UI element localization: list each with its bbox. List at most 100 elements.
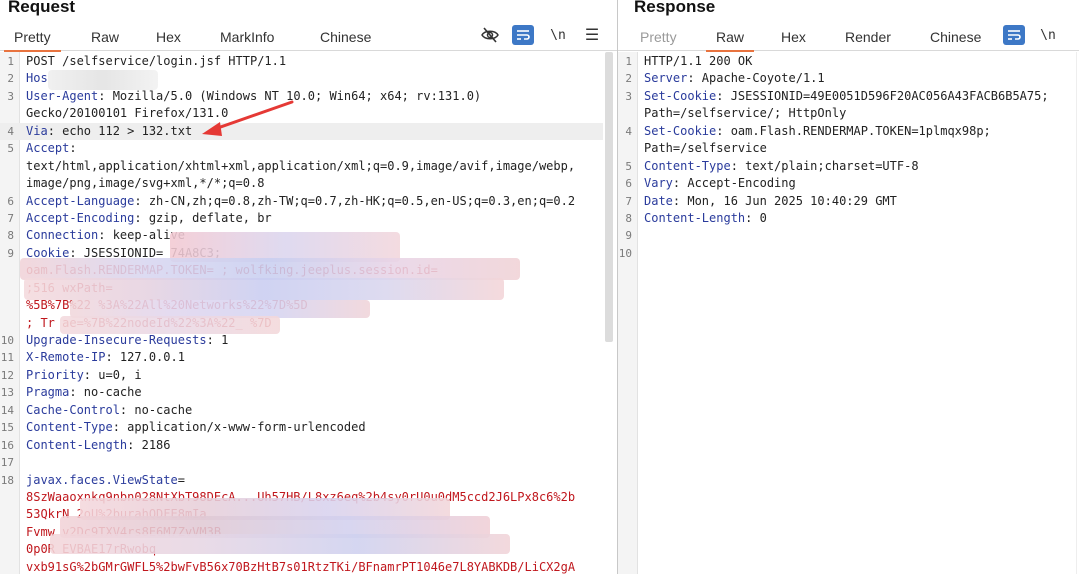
code-text: Cache-Control: no-cache: [26, 402, 192, 419]
response-editor[interactable]: 1 HTTP/1.1 200 OK 2 Server: Apache-Coyote/1…: [618, 52, 1079, 574]
response-tab-raw[interactable]: Raw: [705, 29, 755, 52]
response-code-line: 6 Vary: Accept-Encoding: [618, 175, 1065, 192]
code-text: image/png,image/svg+xml,*/*;q=0.8: [26, 175, 264, 192]
code-text: HTTP/1.1 200 OK: [644, 53, 752, 70]
code-text: POST /selfservice/login.jsf HTTP/1.1: [26, 53, 286, 70]
request-code-line: 15 Content-Type: application/x-www-form-u…: [0, 419, 603, 436]
request-tab-hex[interactable]: Hex: [156, 29, 181, 45]
code-text: Gecko/20100101 Firefox/131.0: [26, 105, 228, 122]
response-code-line: 4 Set-Cookie: oam.Flash.RENDERMAP.TOKEN=1…: [618, 123, 1065, 140]
response-code-line: 8 Content-Length: 0: [618, 210, 1065, 227]
header-name: Content-Length: [26, 437, 128, 452]
code-text: Via: echo 112 > 132.txt: [26, 123, 192, 140]
menu-icon[interactable]: ☰: [581, 25, 603, 45]
line-number: 17: [0, 456, 14, 470]
request-code-line: 5 Accept:: [0, 140, 603, 157]
header-value: : u=0, i: [83, 367, 142, 382]
request-tab-pretty[interactable]: Pretty: [4, 29, 61, 52]
body-value: vxb91sG%2bGMrGWFL5%2bwFvB56x70BzHtB7s01R…: [26, 559, 576, 574]
code-text: Set-Cookie: JSESSIONID=49E0051D596F20AC0…: [644, 88, 1049, 105]
eye-off-icon[interactable]: [479, 25, 501, 45]
request-code-line: 3 User-Agent: Mozilla/5.0 (Windows NT 10.…: [0, 88, 603, 105]
line-number: 14: [0, 403, 14, 417]
wrap-icon[interactable]: [512, 25, 534, 45]
header-value: : 127.0.0.1: [105, 350, 185, 365]
header-value: =: [177, 472, 185, 487]
request-pane: Request Pretty Raw Hex MarkInfo Chinese …: [0, 0, 617, 574]
header-name: User-Agent: [26, 88, 99, 103]
header-name: Via: [26, 123, 48, 138]
response-tab-render[interactable]: Render: [845, 29, 891, 45]
code-text: X-Remote-IP: 127.0.0.1: [26, 349, 185, 366]
line-number: 5: [625, 159, 632, 173]
header-value: :: [69, 141, 77, 156]
request-code-line: 13 Pragma: no-cache: [0, 384, 603, 401]
header-name: Accept-Language: [26, 193, 135, 208]
header-value: : JSESSIONID=49E0051D596F20AC056A43FACB6…: [716, 88, 1049, 103]
newline-icon[interactable]: \n: [547, 25, 569, 45]
line-number: 7: [625, 194, 632, 208]
line-number: 5: [7, 142, 14, 156]
request-tab-markinfo[interactable]: MarkInfo: [220, 29, 274, 45]
code-text: text/html,application/xhtml+xml,applicat…: [26, 158, 575, 175]
header-value: Gecko/20100101 Firefox/131.0: [26, 106, 229, 121]
code-text: Date: Mon, 16 Jun 2025 10:40:29 GMT: [644, 193, 897, 210]
response-tab-hex[interactable]: Hex: [781, 29, 806, 45]
header-value: : 2186: [127, 437, 171, 452]
code-text: Upgrade-Insecure-Requests: 1: [26, 332, 228, 349]
request-code-line: 10 Upgrade-Insecure-Requests: 1: [0, 332, 603, 349]
wrap-icon[interactable]: [1003, 25, 1025, 45]
line-number: 18: [0, 473, 14, 487]
line-number: 6: [7, 194, 14, 208]
code-text: Content-Type: application/x-www-form-url…: [26, 419, 366, 436]
header-value: HTTP/1.1 200 OK: [644, 54, 753, 68]
request-code-line: 18 javax.faces.ViewState=: [0, 472, 603, 489]
newline-icon[interactable]: \n: [1037, 25, 1059, 45]
response-code-line: 9: [618, 227, 1065, 244]
header-name: Accept-Encoding: [26, 210, 135, 225]
header-name: Set-Cookie: [644, 88, 717, 103]
header-name: Vary: [644, 176, 673, 191]
request-tab-chinese[interactable]: Chinese: [320, 29, 371, 45]
request-code-line: 11 X-Remote-IP: 127.0.0.1: [0, 349, 603, 366]
header-name: Date: [644, 193, 673, 208]
response-scrollbar[interactable]: [1076, 52, 1077, 574]
code-text: javax.faces.ViewState=: [26, 472, 185, 489]
request-code-line: Gecko/20100101 Firefox/131.0: [0, 105, 603, 122]
header-name: Cache-Control: [26, 402, 120, 417]
response-tab-chinese[interactable]: Chinese: [930, 29, 981, 45]
line-number: 4: [625, 124, 632, 138]
header-name: Content-Type: [26, 420, 113, 435]
redaction-blur: [24, 278, 504, 300]
code-text: Accept-Language: zh-CN,zh;q=0.8,zh-TW;q=…: [26, 193, 575, 210]
header-name: Content-Type: [644, 158, 731, 173]
line-number: 10: [0, 334, 14, 347]
header-value: Path=/selfservice/; HttpOnly: [644, 106, 847, 121]
header-value: : application/x-www-form-urlencoded: [112, 420, 366, 435]
header-name: Content-Length: [644, 210, 746, 225]
header-name: Upgrade-Insecure-Requests: [26, 333, 207, 347]
request-tab-raw[interactable]: Raw: [91, 29, 119, 45]
response-code-line: 3 Set-Cookie: JSESSIONID=49E0051D596F20AC…: [618, 88, 1065, 105]
code-text: Priority: u=0, i: [26, 367, 142, 384]
line-number: 3: [7, 89, 14, 103]
header-name: javax.faces.ViewState: [26, 472, 178, 487]
header-value: : no-cache: [69, 385, 142, 400]
code-text: Accept:: [26, 140, 77, 157]
code-text: Content-Length: 0: [644, 210, 767, 227]
header-value: Path=/selfservice: [644, 141, 767, 156]
line-number: 13: [0, 386, 14, 400]
response-code-line: 5 Content-Type: text/plain;charset=UTF-8: [618, 158, 1065, 175]
request-code-line: 17: [0, 454, 603, 471]
header-value: : zh-CN,zh;q=0.8,zh-TW;q=0.7,zh-HK;q=0.5…: [134, 193, 576, 208]
header-value: : echo 112 > 132.txt: [47, 123, 193, 138]
header-value: : Mon, 16 Jun 2025 10:40:29 GMT: [672, 193, 897, 208]
request-scrollbar[interactable]: [605, 52, 613, 342]
header-name: Pragma: [26, 385, 70, 400]
redaction-blur: [50, 534, 510, 554]
response-tab-pretty[interactable]: Pretty: [640, 29, 677, 45]
redaction-blur: [20, 258, 520, 280]
code-text: Set-Cookie: oam.Flash.RENDERMAP.TOKEN=1p…: [644, 123, 991, 140]
header-value: : 1: [206, 333, 229, 347]
line-number: 12: [0, 368, 14, 382]
